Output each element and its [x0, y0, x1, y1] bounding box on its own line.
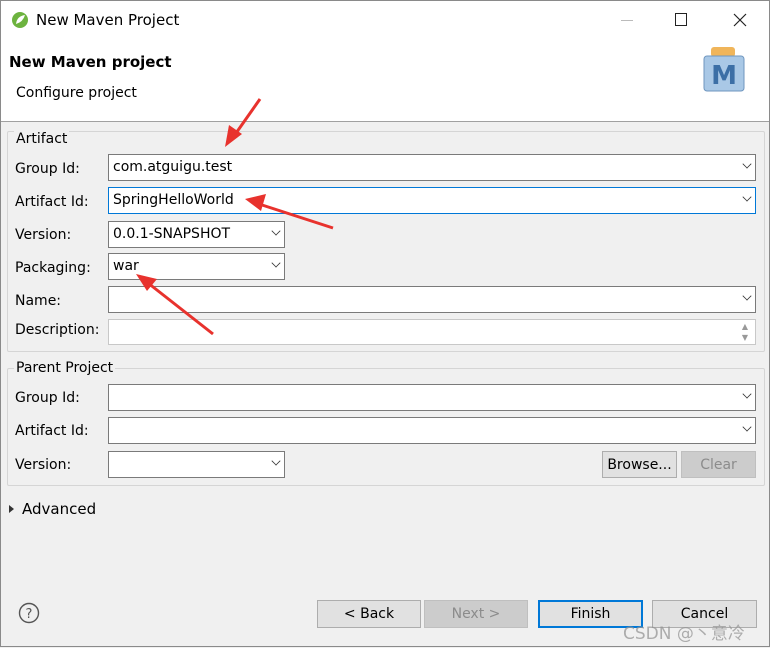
- svg-text:M: M: [711, 61, 737, 91]
- chevron-down-icon[interactable]: [742, 192, 752, 202]
- description-textarea[interactable]: ▲ ▼: [108, 319, 756, 345]
- version-combo[interactable]: 0.0.1-SNAPSHOT: [108, 221, 285, 248]
- version-value: 0.0.1-SNAPSHOT: [113, 226, 231, 242]
- packaging-combo[interactable]: war: [108, 253, 285, 280]
- scroll-spinner[interactable]: ▲ ▼: [738, 321, 752, 343]
- group-id-value: com.atguigu.test: [113, 159, 233, 175]
- name-label: Name:: [15, 293, 62, 309]
- window-title: New Maven Project: [36, 11, 180, 29]
- maximize-button[interactable]: [675, 13, 687, 26]
- page-subtitle: Configure project: [16, 85, 137, 101]
- parent-artifact-id-label: Artifact Id:: [15, 423, 89, 439]
- packaging-label: Packaging:: [15, 260, 91, 276]
- chevron-down-icon[interactable]: [742, 159, 752, 169]
- artifact-id-value: SpringHelloWorld: [113, 192, 234, 208]
- chevron-down-icon[interactable]: [271, 258, 281, 268]
- help-icon[interactable]: ?: [18, 602, 40, 624]
- group-id-combo[interactable]: com.atguigu.test: [108, 154, 756, 181]
- artifact-id-combo[interactable]: SpringHelloWorld: [108, 187, 756, 214]
- parent-group-id-combo[interactable]: [108, 384, 756, 411]
- spring-logo-icon: [12, 12, 28, 28]
- chevron-down-icon[interactable]: [271, 456, 281, 466]
- name-combo[interactable]: [108, 286, 756, 313]
- browse-button[interactable]: Browse...: [602, 451, 677, 478]
- parent-project-legend: Parent Project: [14, 360, 116, 376]
- back-button[interactable]: < Back: [317, 600, 421, 628]
- artifact-legend: Artifact: [14, 131, 70, 147]
- group-id-label: Group Id:: [15, 161, 80, 177]
- clear-button[interactable]: Clear: [681, 451, 756, 478]
- version-label: Version:: [15, 227, 72, 243]
- parent-artifact-id-combo[interactable]: [108, 417, 756, 444]
- close-button[interactable]: [733, 13, 747, 27]
- chevron-down-icon[interactable]: [742, 389, 752, 399]
- watermark: CSDN @丶意冷: [623, 624, 745, 644]
- next-button[interactable]: Next >: [424, 600, 528, 628]
- page-title: New Maven project: [9, 53, 172, 71]
- minimize-button[interactable]: [621, 20, 633, 21]
- chevron-down-icon[interactable]: [271, 226, 281, 236]
- svg-text:?: ?: [26, 607, 33, 622]
- maven-m-icon: M: [703, 47, 745, 92]
- parent-version-combo[interactable]: [108, 451, 285, 478]
- chevron-down-icon[interactable]: [742, 422, 752, 432]
- parent-version-label: Version:: [15, 457, 72, 473]
- wizard-header: New Maven project Configure project M: [1, 39, 769, 122]
- parent-group-id-label: Group Id:: [15, 390, 80, 406]
- description-label: Description:: [15, 322, 100, 338]
- packaging-value: war: [113, 258, 139, 274]
- artifact-id-label: Artifact Id:: [15, 194, 89, 210]
- expand-triangle-icon[interactable]: [9, 505, 14, 513]
- advanced-toggle[interactable]: Advanced: [22, 500, 96, 518]
- chevron-down-icon[interactable]: [742, 291, 752, 301]
- title-bar: New Maven Project: [1, 1, 769, 39]
